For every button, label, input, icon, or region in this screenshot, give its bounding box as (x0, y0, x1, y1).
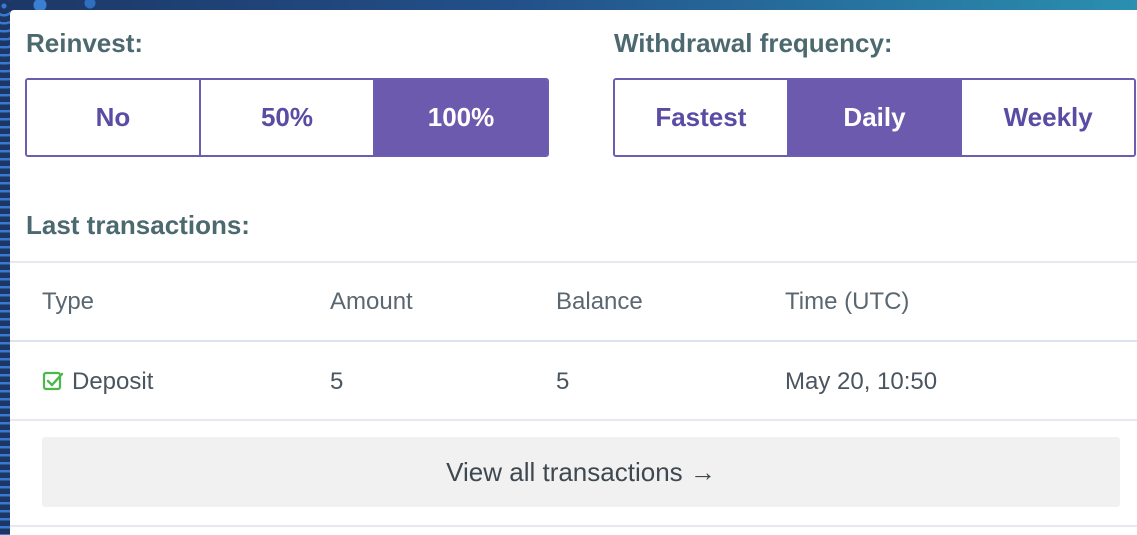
table-divider (10, 340, 1137, 342)
table-divider (10, 525, 1137, 527)
background-dots (0, 0, 10, 535)
row-type-cell: Deposit (42, 368, 153, 396)
withdrawal-option-weekly[interactable]: Weekly (962, 80, 1134, 155)
column-header-balance: Balance (556, 288, 643, 315)
row-balance-cell: 5 (556, 368, 570, 395)
table-divider (10, 419, 1137, 421)
last-transactions-label: Last transactions: (26, 210, 250, 240)
check-square-icon (42, 371, 64, 391)
settings-panel: Reinvest: No 50% 100% Withdrawal frequen… (10, 10, 1137, 535)
row-time-cell: May 20, 10:50 (785, 368, 938, 395)
reinvest-label: Reinvest: (26, 28, 144, 58)
withdrawal-option-daily[interactable]: Daily (788, 80, 963, 155)
table-divider (10, 261, 1137, 263)
row-amount-cell: 5 (330, 368, 344, 395)
reinvest-option-100[interactable]: 100% (375, 80, 547, 155)
withdrawal-option-fastest[interactable]: Fastest (615, 80, 789, 155)
reinvest-option-no[interactable]: No (27, 80, 201, 155)
row-type-label: Deposit (72, 368, 154, 395)
withdrawal-frequency-label: Withdrawal frequency: (614, 28, 893, 58)
withdrawal-segmented-control: Fastest Daily Weekly (613, 78, 1136, 157)
view-all-transactions-button[interactable]: View all transactions → (42, 437, 1120, 507)
reinvest-option-50[interactable]: 50% (201, 80, 375, 155)
column-header-time: Time (UTC) (785, 288, 910, 315)
reinvest-segmented-control: No 50% 100% (25, 78, 549, 157)
column-header-type: Type (42, 288, 95, 315)
column-header-amount: Amount (330, 288, 413, 315)
